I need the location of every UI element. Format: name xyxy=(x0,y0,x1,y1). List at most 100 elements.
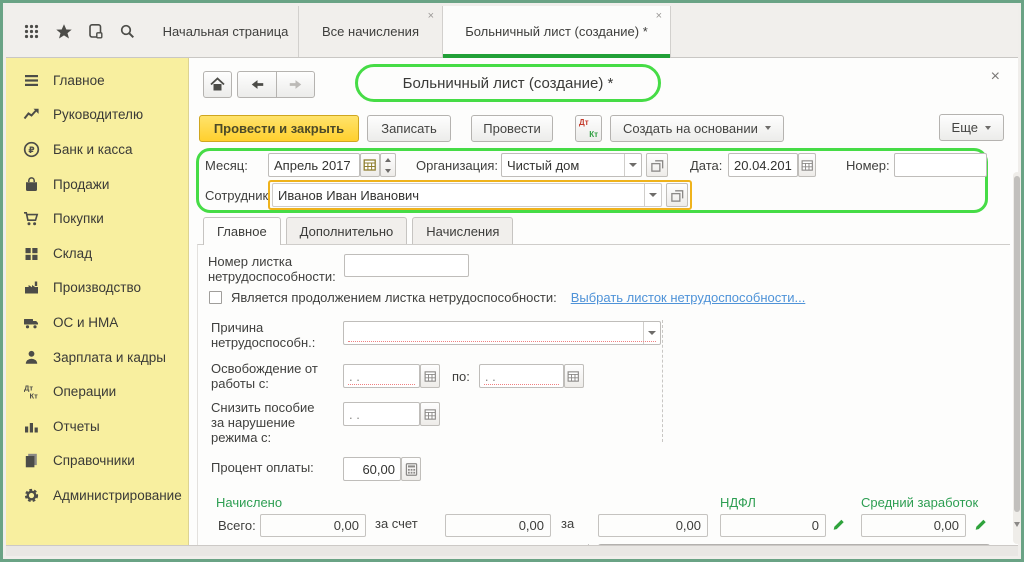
date-field[interactable]: 20.04.2017 xyxy=(728,153,798,177)
tab-all-accruals[interactable]: Все начисления × xyxy=(299,6,443,57)
month-label: Месяц: xyxy=(205,158,268,173)
percent-field[interactable]: 60,00 xyxy=(343,457,401,481)
chevron-down-icon[interactable] xyxy=(624,154,641,176)
organization-field[interactable]: Чистый дом xyxy=(501,153,642,177)
employee-field[interactable]: Иванов Иван Иванович xyxy=(272,183,662,207)
apps-grid-icon[interactable] xyxy=(20,20,44,44)
tab-main[interactable]: Главное xyxy=(203,217,281,245)
number-field[interactable] xyxy=(894,153,987,177)
fields-row-2: Сотрудник: Иванов Иван Иванович xyxy=(205,180,692,210)
sidebar: Главное Руководителю ₽ Банк и касса Прод… xyxy=(6,58,189,545)
scroll-down-icon[interactable] xyxy=(1014,522,1020,527)
exemption-to-field[interactable]: . . xyxy=(479,364,564,388)
sidebar-item-production[interactable]: Производство xyxy=(6,271,188,306)
favorites-star-icon[interactable] xyxy=(52,20,76,44)
back-button[interactable] xyxy=(237,71,276,98)
sidebar-item-fixed-assets[interactable]: ОС и НМА xyxy=(6,305,188,340)
home-button[interactable] xyxy=(203,71,232,98)
sidebar-item-main[interactable]: Главное xyxy=(6,63,188,98)
history-icon[interactable] xyxy=(83,20,107,44)
reduce-from-field[interactable]: . . xyxy=(343,402,420,426)
sidebar-item-label: Администрирование xyxy=(53,488,182,503)
sidebar-item-salary-hr[interactable]: Зарплата и кадры xyxy=(6,340,188,375)
date-label: Дата: xyxy=(690,158,728,173)
ndfl-field[interactable]: 0 xyxy=(720,514,826,537)
sidebar-item-directories[interactable]: Справочники xyxy=(6,444,188,479)
month-calendar-icon[interactable] xyxy=(360,153,380,177)
sidebar-item-purchases[interactable]: Покупки xyxy=(6,201,188,236)
employee-open-icon[interactable] xyxy=(666,183,688,207)
average-earnings-field[interactable]: 0,00 xyxy=(861,514,966,537)
sidebar-item-warehouse[interactable]: Склад xyxy=(6,236,188,271)
post-button[interactable]: Провести xyxy=(471,115,553,142)
sidebar-item-sales[interactable]: Продажи xyxy=(6,167,188,202)
at-expense-field[interactable]: 0,00 xyxy=(445,514,551,537)
tab-label: Все начисления xyxy=(322,24,419,39)
total-field[interactable]: 0,00 xyxy=(260,514,366,537)
date-calendar-icon[interactable] xyxy=(420,402,440,426)
sidebar-item-label: Отчеты xyxy=(53,419,100,434)
sick-number-field[interactable] xyxy=(344,254,469,277)
vertical-scroll-thumb[interactable] xyxy=(1014,176,1020,512)
sidebar-item-reports[interactable]: Отчеты xyxy=(6,409,188,444)
form-title-highlight: Больничный лист (создание) * xyxy=(355,64,661,102)
write-button[interactable]: Записать xyxy=(367,115,451,142)
date-calendar-icon[interactable] xyxy=(798,153,816,177)
close-icon[interactable]: × xyxy=(428,11,434,22)
dashed-separator xyxy=(662,320,663,442)
post-and-close-button[interactable]: Провести и закрыть xyxy=(199,115,359,142)
reason-label: Причина нетрудоспособн.: xyxy=(211,320,331,350)
sidebar-item-manager[interactable]: Руководителю xyxy=(6,98,188,133)
search-icon[interactable] xyxy=(115,20,139,44)
form-title: Больничный лист (создание) * xyxy=(403,75,614,92)
chevron-down-icon xyxy=(765,126,771,130)
month-stepper[interactable] xyxy=(380,153,396,177)
accrued-label: Начислено xyxy=(216,495,282,510)
arrow-right-icon xyxy=(288,77,303,92)
create-on-basis-label: Создать на основании xyxy=(623,121,758,136)
date-calendar-icon[interactable] xyxy=(420,364,440,388)
za-field[interactable]: 0,00 xyxy=(598,514,708,537)
sidebar-item-bank-cash[interactable]: ₽ Банк и касса xyxy=(6,132,188,167)
vertical-scrollbar[interactable] xyxy=(1013,172,1021,544)
tab-accruals[interactable]: Начисления xyxy=(412,217,513,244)
reason-combo[interactable] xyxy=(343,321,661,345)
tab-label: Дополнительно xyxy=(300,224,394,239)
home-icon xyxy=(209,76,226,93)
sidebar-item-label: ОС и НМА xyxy=(53,315,118,330)
create-on-basis-button[interactable]: Создать на основании xyxy=(610,115,784,142)
form-close-icon[interactable]: × xyxy=(991,68,1000,86)
organization-open-icon[interactable] xyxy=(646,153,668,177)
sidebar-item-administration[interactable]: Администрирование xyxy=(6,478,188,513)
sidebar-item-operations[interactable]: ДтКт Операции xyxy=(6,374,188,409)
tab-sick-leave[interactable]: Больничный лист (создание) * × xyxy=(443,6,671,57)
date-calendar-icon[interactable] xyxy=(564,364,584,388)
percent-value: 60,00 xyxy=(362,462,395,477)
exemption-from-field[interactable]: . . xyxy=(343,364,420,388)
tab-label: Начальная страница xyxy=(163,24,289,39)
ruble-circle-icon: ₽ xyxy=(23,141,40,158)
chevron-down-icon[interactable] xyxy=(644,184,661,206)
tab-home-page[interactable]: Начальная страница xyxy=(153,6,299,57)
sidebar-item-label: Продажи xyxy=(53,177,109,192)
choose-sick-leave-link[interactable]: Выбрать листок нетрудоспособности... xyxy=(571,290,806,305)
form-toolbar: Провести и закрыть Записать Провести Дт … xyxy=(199,114,784,142)
average-earnings-value: 0,00 xyxy=(934,518,959,533)
month-field[interactable]: Апрель 2017 xyxy=(268,153,360,177)
bag-icon xyxy=(23,176,40,193)
continuation-checkbox[interactable] xyxy=(209,291,222,304)
total-value: 0,00 xyxy=(334,518,359,533)
more-button[interactable]: Еще xyxy=(939,114,1004,141)
calculator-icon[interactable] xyxy=(401,457,421,481)
tab-additional[interactable]: Дополнительно xyxy=(286,217,408,244)
window-bottom-strip xyxy=(6,545,1018,556)
edit-pencil-icon[interactable] xyxy=(832,516,847,536)
kt-icon: Кт xyxy=(589,130,598,139)
close-icon[interactable]: × xyxy=(656,11,662,22)
forward-button[interactable] xyxy=(276,71,315,98)
edit-pencil-icon[interactable] xyxy=(974,516,989,536)
truck-icon xyxy=(23,314,40,331)
chevron-down-icon[interactable] xyxy=(643,322,660,344)
show-postings-button[interactable]: Дт Кт xyxy=(575,115,602,142)
sick-number-label: Номер листка нетрудоспособности: xyxy=(208,254,338,284)
